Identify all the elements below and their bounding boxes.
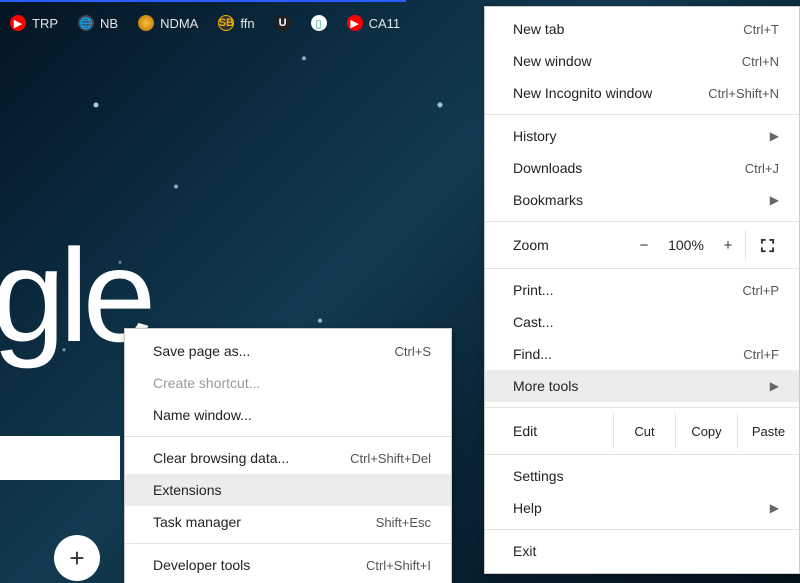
menu-label: New Incognito window (513, 85, 708, 101)
zoom-out-button[interactable]: − (627, 230, 661, 260)
menu-find[interactable]: Find... Ctrl+F (485, 338, 799, 370)
menu-label: Name window... (153, 407, 431, 423)
menu-label: Create shortcut... (153, 375, 431, 391)
youtube-icon: ▶ (10, 15, 26, 31)
menu-label: Save page as... (153, 343, 395, 359)
menu-shortcut: Ctrl+T (743, 22, 779, 37)
submenu-task-manager[interactable]: Task manager Shift+Esc (125, 506, 451, 538)
chrome-main-menu: New tab Ctrl+T New window Ctrl+N New Inc… (484, 6, 800, 574)
bookmark-flag[interactable]: ▯ (305, 11, 333, 35)
menu-label: Help (513, 500, 762, 516)
menu-label: Find... (513, 346, 743, 362)
menu-label: Developer tools (153, 557, 366, 573)
copy-button[interactable]: Copy (675, 413, 737, 449)
menu-label: Task manager (153, 514, 376, 530)
cut-button[interactable]: Cut (613, 413, 675, 449)
search-bar-fragment[interactable] (0, 436, 120, 480)
paste-button[interactable]: Paste (737, 413, 799, 449)
bookmark-label: ffn (240, 16, 254, 31)
bookmark-label: CA11 (369, 16, 401, 31)
menu-label: History (513, 128, 762, 144)
menu-shortcut: Ctrl+Shift+N (708, 86, 779, 101)
menu-label: Settings (513, 468, 779, 484)
chevron-right-icon: ▶ (770, 193, 779, 207)
menu-shortcut: Ctrl+J (745, 161, 779, 176)
menu-settings[interactable]: Settings (485, 460, 799, 492)
submenu-create-shortcut: Create shortcut... (125, 367, 451, 399)
bookmark-label: TRP (32, 16, 58, 31)
chevron-right-icon: ▶ (770, 379, 779, 393)
menu-label: Bookmarks (513, 192, 762, 208)
menu-separator (125, 436, 451, 437)
submenu-clear-browsing-data[interactable]: Clear browsing data... Ctrl+Shift+Del (125, 442, 451, 474)
youtube-icon: ▶ (347, 15, 363, 31)
submenu-save-page[interactable]: Save page as... Ctrl+S (125, 335, 451, 367)
menu-edit-row: Edit Cut Copy Paste (485, 413, 799, 449)
fullscreen-icon (760, 238, 775, 253)
sb-icon: SB (218, 15, 234, 31)
bookmark-label: NDMA (160, 16, 198, 31)
menu-separator (485, 407, 799, 408)
submenu-extensions[interactable]: Extensions (125, 474, 451, 506)
bookmark-label: NB (100, 16, 118, 31)
menu-label: Downloads (513, 160, 745, 176)
menu-shortcut: Ctrl+P (743, 283, 779, 298)
menu-label: Exit (513, 543, 779, 559)
menu-separator (485, 221, 799, 222)
zoom-in-button[interactable]: + (711, 230, 745, 260)
menu-shortcut: Ctrl+Shift+I (366, 558, 431, 573)
menu-label: Print... (513, 282, 743, 298)
menu-shortcut: Ctrl+F (743, 347, 779, 362)
more-tools-submenu: Save page as... Ctrl+S Create shortcut..… (124, 328, 452, 583)
u-icon: U (275, 15, 291, 31)
menu-separator (485, 529, 799, 530)
menu-separator (485, 268, 799, 269)
menu-more-tools[interactable]: More tools ▶ (485, 370, 799, 402)
bookmark-nb[interactable]: 🌐 NB (72, 11, 124, 35)
menu-bookmarks[interactable]: Bookmarks ▶ (485, 184, 799, 216)
menu-separator (485, 114, 799, 115)
menu-new-incognito[interactable]: New Incognito window Ctrl+Shift+N (485, 77, 799, 109)
bookmark-u[interactable]: U (269, 11, 297, 35)
bookmarks-bar: ▶ TRP 🌐 NB NDMA SB ffn U ▯ ▶ CA11 (0, 0, 406, 44)
edit-label: Edit (513, 413, 613, 449)
menu-shortcut: Ctrl+S (395, 344, 431, 359)
emblem-icon (138, 15, 154, 31)
add-shortcut-button[interactable]: + (54, 535, 100, 581)
menu-label: Clear browsing data... (153, 450, 350, 466)
menu-downloads[interactable]: Downloads Ctrl+J (485, 152, 799, 184)
bookmark-ca11[interactable]: ▶ CA11 (341, 11, 407, 35)
menu-shortcut: Ctrl+N (742, 54, 779, 69)
globe-icon: 🌐 (78, 15, 94, 31)
menu-cast[interactable]: Cast... (485, 306, 799, 338)
flag-icon: ▯ (311, 15, 327, 31)
zoom-value: 100% (661, 237, 711, 253)
menu-help[interactable]: Help ▶ (485, 492, 799, 524)
bookmark-ffn[interactable]: SB ffn (212, 11, 260, 35)
menu-shortcut: Shift+Esc (376, 515, 431, 530)
menu-new-window[interactable]: New window Ctrl+N (485, 45, 799, 77)
menu-exit[interactable]: Exit (485, 535, 799, 567)
bookmark-trp[interactable]: ▶ TRP (4, 11, 64, 35)
submenu-name-window[interactable]: Name window... (125, 399, 451, 431)
chevron-right-icon: ▶ (770, 501, 779, 515)
bookmark-ndma[interactable]: NDMA (132, 11, 204, 35)
chevron-right-icon: ▶ (770, 129, 779, 143)
menu-zoom-row: Zoom − 100% + (485, 227, 799, 263)
menu-history[interactable]: History ▶ (485, 120, 799, 152)
menu-new-tab[interactable]: New tab Ctrl+T (485, 13, 799, 45)
menu-shortcut: Ctrl+Shift+Del (350, 451, 431, 466)
menu-label: Extensions (153, 482, 431, 498)
menu-label: Cast... (513, 314, 779, 330)
menu-print[interactable]: Print... Ctrl+P (485, 274, 799, 306)
menu-label: New tab (513, 21, 743, 37)
menu-label: New window (513, 53, 742, 69)
zoom-label: Zoom (513, 237, 627, 253)
menu-separator (125, 543, 451, 544)
menu-label: More tools (513, 378, 762, 394)
menu-separator (485, 454, 799, 455)
fullscreen-button[interactable] (745, 230, 789, 260)
submenu-developer-tools[interactable]: Developer tools Ctrl+Shift+I (125, 549, 451, 581)
